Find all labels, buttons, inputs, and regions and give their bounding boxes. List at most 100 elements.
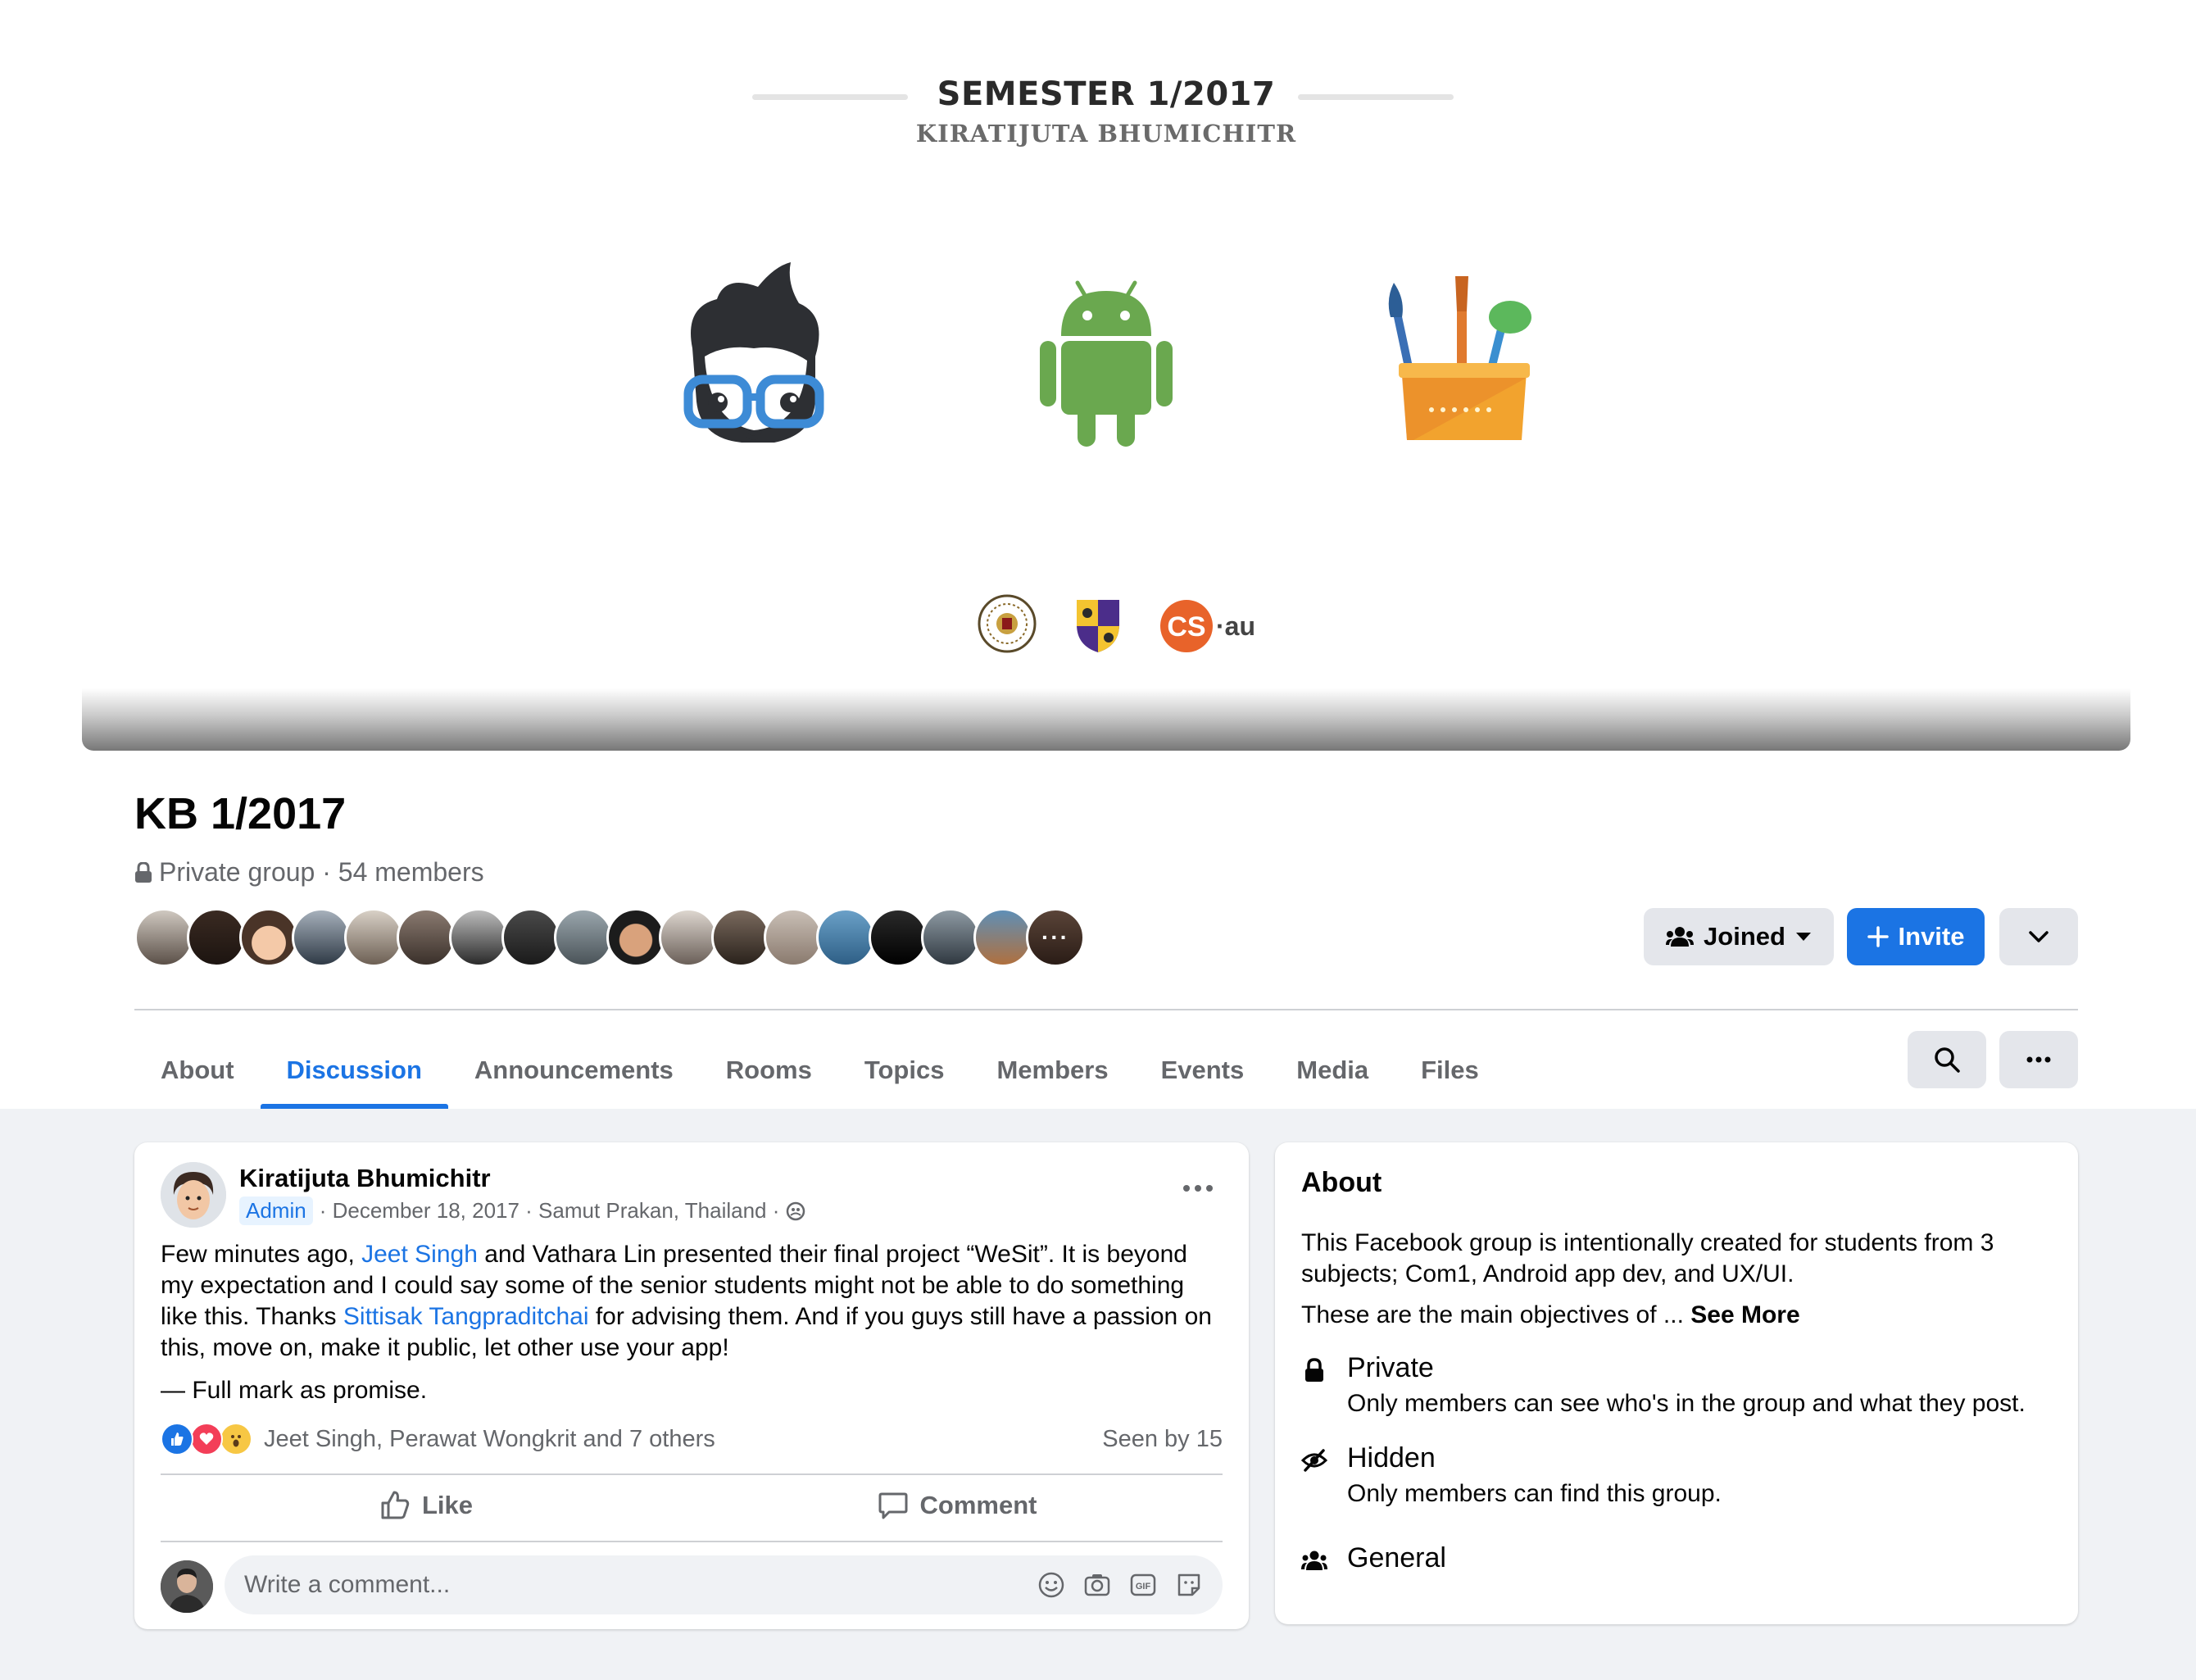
tab-rooms[interactable]: Rooms	[700, 1031, 838, 1109]
lock-icon	[135, 861, 152, 883]
member-avatar[interactable]	[397, 908, 456, 967]
invite-button[interactable]: Invite	[1847, 908, 1985, 965]
more-options-button[interactable]	[1999, 1031, 2078, 1088]
member-avatar[interactable]	[239, 908, 298, 967]
people-icon	[1301, 1551, 1327, 1570]
search-icon	[1935, 1047, 1960, 1073]
cs-logo-mark: CS	[1160, 600, 1213, 652]
current-user-avatar[interactable]	[161, 1560, 213, 1613]
tab-about[interactable]: About	[134, 1031, 261, 1109]
post-text: Few minutes ago, Jeet Singh and Vathara …	[161, 1239, 1226, 1406]
post-text-part: Few minutes ago,	[161, 1241, 362, 1268]
comment-button[interactable]: Comment	[692, 1477, 1223, 1534]
comment-placeholder: Write a comment...	[244, 1571, 451, 1598]
post-menu-dot	[1206, 1185, 1213, 1192]
post-paragraph: Few minutes ago, Jeet Singh and Vathara …	[161, 1239, 1226, 1364]
sticker-icon[interactable]	[1175, 1571, 1203, 1599]
about-item-title: Private	[1347, 1352, 1434, 1383]
about-item-text: Only members can find this group.	[1347, 1480, 1722, 1507]
member-avatar[interactable]	[449, 908, 508, 967]
invite-label: Invite	[1898, 922, 1965, 951]
about-more: These are the main objectives of ... See…	[1301, 1300, 1800, 1331]
member-avatar[interactable]	[134, 908, 193, 967]
mention-sittisak[interactable]: Sittisak Tangpraditchai	[343, 1303, 589, 1330]
post-divider	[161, 1541, 1223, 1542]
search-button[interactable]	[1908, 1031, 1986, 1088]
nerd-face-icon	[683, 262, 824, 443]
admin-badge: Admin	[239, 1196, 313, 1225]
post-menu-button[interactable]	[1173, 1172, 1223, 1205]
post-signature: — Full mark as promise.	[161, 1377, 428, 1404]
about-item-text: Only members can see who's in the group …	[1347, 1390, 2026, 1417]
joined-button[interactable]: Joined	[1644, 908, 1834, 965]
group-privacy-members: Private group · 54 members	[159, 857, 484, 887]
expand-button[interactable]	[1999, 908, 2078, 965]
member-avatar[interactable]	[344, 908, 403, 967]
more-members-button[interactable]: ···	[1026, 908, 1085, 967]
joined-label: Joined	[1704, 922, 1785, 951]
eye-hidden-icon	[1301, 1449, 1327, 1472]
wow-reaction-icon	[220, 1423, 252, 1455]
member-avatar[interactable]	[921, 908, 980, 967]
post-card: Kiratijuta Bhumichitr Admin · December 1…	[134, 1142, 1249, 1629]
post-date-location[interactable]: · December 18, 2017 · Samut Prakan, Thai…	[320, 1198, 780, 1224]
caret-down-icon	[1795, 933, 1811, 941]
member-avatar[interactable]	[764, 908, 823, 967]
about-hidden: Hidden Only members can find this group.	[1301, 1442, 2063, 1516]
about-private: Private Only members can see who's in th…	[1301, 1352, 2063, 1426]
cover-bottom-shade	[82, 688, 2130, 751]
see-more-link[interactable]: See More	[1690, 1301, 1799, 1328]
tab-media[interactable]: Media	[1270, 1031, 1395, 1109]
lock-icon	[1305, 1358, 1323, 1382]
member-avatar[interactable]	[869, 908, 928, 967]
tab-topics[interactable]: Topics	[838, 1031, 971, 1109]
like-reaction-icon	[161, 1423, 193, 1455]
cover-subtitle: KIRATIJUTA BHUMICHITR	[915, 120, 1297, 148]
emoji-icon[interactable]	[1037, 1571, 1065, 1599]
like-button[interactable]: Like	[161, 1477, 692, 1534]
tab-announcements[interactable]: Announcements	[448, 1031, 700, 1109]
camera-icon[interactable]	[1083, 1571, 1111, 1599]
like-label: Like	[421, 1491, 474, 1519]
member-avatar[interactable]	[659, 908, 718, 967]
group-header: SEMESTER 1/2017 KIRATIJUTA BHUMICHITR CS…	[0, 0, 2196, 1109]
chevron-down-icon	[2029, 931, 2049, 942]
member-avatar[interactable]	[606, 908, 665, 967]
about-card: About This Facebook group is intentional…	[1275, 1142, 2078, 1624]
about-item-title: Hidden	[1347, 1442, 1436, 1473]
reactions-summary[interactable]: Jeet Singh, Perawat Wongkrit and 7 other…	[161, 1421, 1223, 1457]
tab-members[interactable]: Members	[970, 1031, 1134, 1109]
about-general: General	[1301, 1542, 2063, 1583]
member-avatar[interactable]	[711, 908, 770, 967]
member-avatar[interactable]	[501, 908, 560, 967]
comment-input[interactable]: Write a comment... GIF	[225, 1555, 1223, 1614]
comment-tools: GIF	[1037, 1571, 1203, 1599]
tab-files[interactable]: Files	[1395, 1031, 1505, 1109]
about-description: This Facebook group is intentionally cre…	[1301, 1229, 1994, 1287]
post-author[interactable]: Kiratijuta Bhumichitr	[239, 1164, 491, 1193]
comment-label: Comment	[919, 1491, 1037, 1519]
member-avatar[interactable]	[292, 908, 351, 967]
author-avatar-image	[161, 1162, 226, 1228]
about-title: About	[1301, 1167, 1382, 1198]
member-avatar[interactable]	[187, 908, 246, 967]
mention-jeet-singh[interactable]: Jeet Singh	[361, 1241, 478, 1268]
tab-discussion[interactable]: Discussion	[260, 1031, 449, 1109]
member-avatar[interactable]	[816, 908, 875, 967]
member-avatar[interactable]	[973, 908, 1032, 967]
member-avatar[interactable]	[554, 908, 613, 967]
gif-icon[interactable]: GIF	[1129, 1571, 1157, 1599]
cs-logo-text: ·au	[1216, 611, 1255, 641]
post-menu-dot	[1195, 1185, 1201, 1192]
current-user-avatar-image	[161, 1560, 213, 1613]
post-meta: Admin · December 18, 2017 · Samut Prakan…	[239, 1196, 805, 1225]
tab-events[interactable]: Events	[1135, 1031, 1271, 1109]
plus-icon	[1867, 926, 1889, 947]
svg-text:CS: CS	[1167, 611, 1205, 642]
svg-text:GIF: GIF	[1136, 1582, 1151, 1591]
paintbrush-cup-icon	[1388, 276, 1531, 440]
seen-count[interactable]: Seen by 15	[1102, 1426, 1223, 1453]
post-divider	[161, 1473, 1223, 1475]
author-avatar[interactable]	[161, 1162, 226, 1228]
cs-au-logo: CS ·au	[1159, 598, 1255, 654]
